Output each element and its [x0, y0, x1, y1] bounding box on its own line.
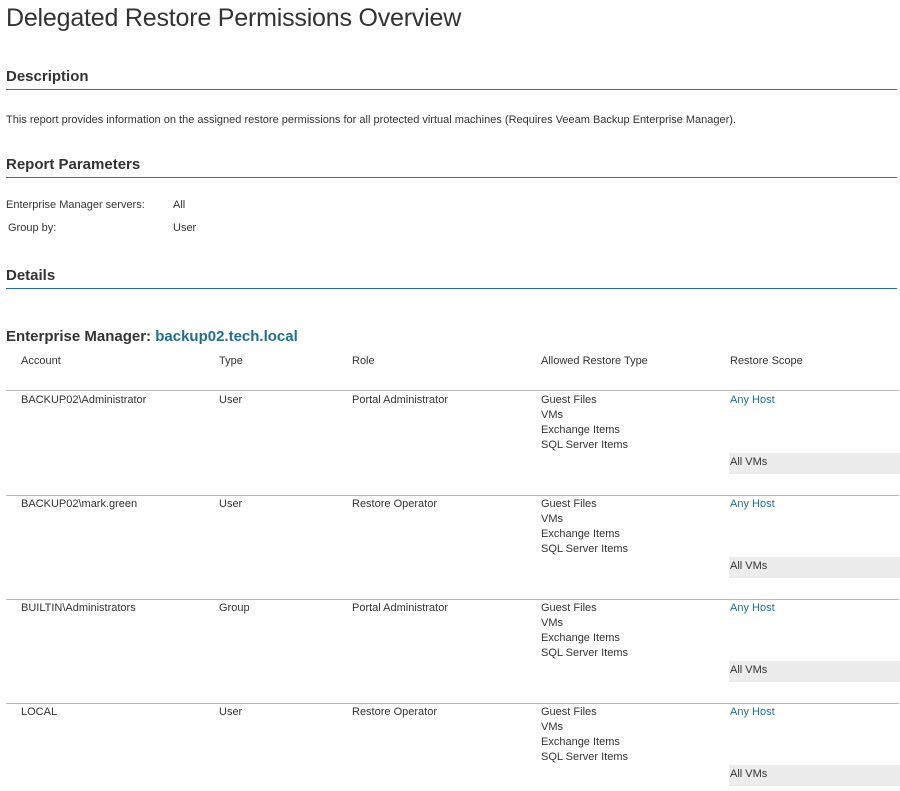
restore-scope-detail: All VMs	[729, 661, 900, 682]
column-header-type: Type	[219, 355, 243, 367]
section-heading-description: Description	[6, 67, 897, 90]
enterprise-manager-server: backup02.tech.local	[155, 328, 298, 345]
column-header-restore-scope: Restore Scope	[730, 355, 803, 367]
restore-type-item: Guest Files	[541, 706, 597, 718]
restore-type-item: Exchange Items	[541, 632, 620, 644]
restore-scope-cell: Any Host	[730, 602, 775, 614]
parameter-label-em-servers: Enterprise Manager servers:	[6, 199, 145, 211]
restore-type-item: Exchange Items	[541, 424, 620, 436]
restore-type-list: Guest Files VMs Exchange Items SQL Serve…	[541, 705, 628, 765]
restore-type-item: VMs	[541, 513, 563, 525]
restore-type-item: SQL Server Items	[541, 439, 629, 451]
restore-type-item: Guest Files	[541, 498, 597, 510]
enterprise-manager-heading: Enterprise Manager: backup02.tech.local	[6, 328, 298, 345]
table-row: LOCAL User Restore Operator Guest Files …	[6, 703, 900, 791]
restore-type-list: Guest Files VMs Exchange Items SQL Serve…	[541, 497, 628, 557]
description-text: This report provides information on the …	[6, 114, 737, 126]
enterprise-manager-label: Enterprise Manager:	[6, 328, 152, 345]
restore-type-item: Exchange Items	[541, 528, 620, 540]
restore-type-item: Exchange Items	[541, 736, 620, 748]
restore-scope-detail: All VMs	[729, 453, 900, 474]
table-row: BUILTIN\Administrators Group Portal Admi…	[6, 599, 900, 704]
restore-type-list: Guest Files VMs Exchange Items SQL Serve…	[541, 601, 628, 661]
role-cell: Restore Operator	[352, 706, 437, 718]
restore-type-item: SQL Server Items	[541, 543, 629, 555]
role-cell: Portal Administrator	[352, 394, 448, 406]
restore-scope-cell: Any Host	[730, 498, 775, 510]
account-cell: LOCAL	[21, 706, 58, 718]
type-cell: User	[219, 706, 243, 718]
restore-type-item: Guest Files	[541, 394, 597, 406]
parameter-value-em-servers: All	[173, 199, 186, 211]
restore-type-item: VMs	[541, 409, 563, 421]
type-cell: User	[219, 394, 243, 406]
role-cell: Restore Operator	[352, 498, 437, 510]
account-cell: BUILTIN\Administrators	[21, 602, 136, 614]
restore-type-item: SQL Server Items	[541, 751, 629, 763]
restore-type-item: Guest Files	[541, 602, 597, 614]
table-row: BACKUP02\Administrator User Portal Admin…	[6, 391, 900, 496]
column-header-allowed-restore-type: Allowed Restore Type	[541, 355, 648, 367]
restore-type-item: VMs	[541, 721, 563, 733]
section-heading-report-parameters: Report Parameters	[6, 155, 897, 178]
column-header-role: Role	[352, 355, 375, 367]
restore-scope-detail: All VMs	[729, 557, 900, 578]
restore-type-item: VMs	[541, 617, 563, 629]
restore-type-item: SQL Server Items	[541, 647, 629, 659]
type-cell: User	[219, 498, 243, 510]
restore-scope-detail: All VMs	[729, 765, 900, 786]
restore-scope-cell: Any Host	[730, 394, 775, 406]
table-row: BACKUP02\mark.green User Restore Operato…	[6, 495, 900, 600]
column-header-account: Account	[21, 355, 61, 367]
parameter-label-group-by: Group by:	[8, 222, 57, 234]
restore-type-list: Guest Files VMs Exchange Items SQL Serve…	[541, 393, 628, 453]
account-cell: BACKUP02\mark.green	[21, 498, 138, 510]
page-title: Delegated Restore Permissions Overview	[6, 4, 462, 32]
role-cell: Portal Administrator	[352, 602, 448, 614]
parameter-value-group-by: User	[173, 222, 197, 234]
account-cell: BACKUP02\Administrator	[21, 394, 147, 406]
section-heading-details: Details	[6, 266, 897, 289]
restore-scope-cell: Any Host	[730, 706, 775, 718]
type-cell: Group	[219, 602, 250, 614]
